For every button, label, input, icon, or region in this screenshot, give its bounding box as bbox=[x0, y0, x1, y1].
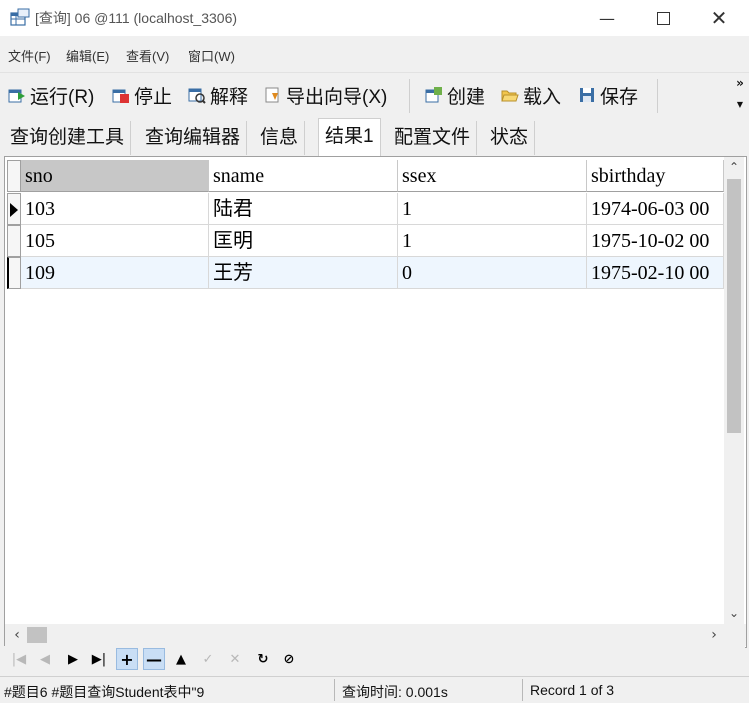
menu-window[interactable]: 窗口(W) bbox=[188, 46, 235, 65]
scroll-right-icon[interactable]: › bbox=[704, 624, 724, 646]
stop-icon bbox=[112, 89, 129, 103]
menu-view[interactable]: 查看(V) bbox=[126, 46, 169, 65]
menu-bar: 文件(F) 编辑(E) 查看(V) 窗口(W) bbox=[0, 38, 749, 70]
refresh-icon[interactable]: ↻ bbox=[252, 648, 274, 670]
edit-record-icon[interactable]: ▲ bbox=[170, 648, 192, 670]
stop-fetch-icon[interactable]: ⊘ bbox=[278, 648, 300, 670]
column-header-sbirthday[interactable]: sbirthday bbox=[587, 160, 724, 192]
minimize-button[interactable]: — bbox=[584, 0, 630, 36]
cell-sbirthday[interactable]: 1975-10-02 00 bbox=[587, 225, 724, 257]
explain-label: 解释 bbox=[210, 86, 249, 108]
row-indicator bbox=[7, 225, 21, 257]
load-button[interactable]: 载入 bbox=[501, 81, 561, 109]
horizontal-scroll-thumb[interactable] bbox=[27, 627, 47, 643]
cell-sbirthday[interactable]: 1974-06-03 00 bbox=[587, 193, 724, 225]
stop-label: 停止 bbox=[134, 86, 173, 108]
vertical-scroll-thumb[interactable] bbox=[727, 179, 741, 433]
window-title: [查询] 06 @111 (localhost_3306) bbox=[35, 10, 238, 26]
folder-open-icon bbox=[501, 90, 519, 102]
create-icon bbox=[425, 87, 442, 103]
close-button[interactable]: ✕ bbox=[696, 0, 742, 36]
load-label: 载入 bbox=[523, 86, 562, 108]
toolbar-overflow-button[interactable]: » ▼ bbox=[735, 77, 745, 111]
chevron-down-icon: ▼ bbox=[736, 100, 744, 109]
explain-icon bbox=[188, 88, 206, 104]
export-icon bbox=[265, 87, 279, 103]
explain-button[interactable]: 解释 bbox=[188, 81, 248, 109]
run-icon bbox=[8, 89, 25, 103]
table-icon bbox=[10, 8, 30, 26]
cancel-edit-icon[interactable]: ✕ bbox=[224, 648, 246, 670]
tab-query-editor[interactable]: 查询编辑器 bbox=[139, 121, 248, 155]
prior-record-icon[interactable]: ◀ bbox=[34, 648, 56, 670]
toolbar-separator bbox=[409, 79, 410, 113]
cell-sname[interactable]: 王芳 bbox=[209, 257, 398, 289]
scroll-left-icon[interactable]: ‹ bbox=[7, 624, 27, 646]
last-record-icon[interactable]: ▶| bbox=[88, 648, 110, 670]
cell-sname[interactable]: 匡明 bbox=[209, 225, 398, 257]
status-separator bbox=[522, 679, 523, 701]
status-record-count: Record 1 of 3 bbox=[530, 682, 615, 698]
insert-record-icon[interactable]: + bbox=[116, 648, 138, 670]
record-navigator: |◀ ◀ ▶ ▶| + — ▲ ✓ ✕ ↻ ⊘ bbox=[4, 646, 745, 672]
toolbar-separator bbox=[657, 79, 658, 113]
chevron-right-icon: » bbox=[736, 76, 744, 90]
horizontal-scrollbar[interactable]: ‹ › bbox=[5, 624, 746, 646]
cell-ssex[interactable]: 1 bbox=[398, 225, 587, 257]
cell-sname[interactable]: 陆君 bbox=[209, 193, 398, 225]
cell-sno[interactable]: 109 bbox=[21, 257, 209, 289]
minimize-icon: — bbox=[599, 8, 615, 28]
tab-status[interactable]: 状态 bbox=[484, 121, 536, 155]
cell-ssex[interactable]: 0 bbox=[398, 257, 587, 289]
run-label: 运行(R) bbox=[30, 86, 95, 108]
column-header-sno[interactable]: sno bbox=[21, 160, 209, 192]
export-label: 导出向导(X) bbox=[286, 86, 388, 108]
status-query-time: 查询时间: 0.001s bbox=[342, 684, 448, 700]
vertical-scrollbar[interactable]: ⌃ ⌄ bbox=[724, 157, 744, 624]
export-wizard-button[interactable]: 导出向导(X) bbox=[264, 81, 387, 109]
create-label: 创建 bbox=[447, 86, 486, 108]
column-header-ssex[interactable]: ssex bbox=[398, 160, 587, 192]
first-record-icon[interactable]: |◀ bbox=[8, 648, 30, 670]
current-row-indicator bbox=[7, 193, 21, 225]
tab-profile[interactable]: 配置文件 bbox=[388, 121, 478, 155]
maximize-button[interactable] bbox=[640, 0, 686, 36]
row-indicator-header bbox=[7, 160, 21, 192]
status-bar: #题目6 #题目查询Student表中"9 查询时间: 0.001s Recor… bbox=[0, 676, 749, 703]
cell-sno[interactable]: 103 bbox=[21, 193, 209, 225]
run-button[interactable]: 运行(R) bbox=[8, 81, 94, 109]
save-icon bbox=[580, 88, 594, 102]
delete-record-icon[interactable]: — bbox=[143, 648, 165, 670]
scroll-down-icon[interactable]: ⌄ bbox=[724, 603, 744, 623]
cell-sbirthday[interactable]: 1975-02-10 00 bbox=[587, 257, 724, 289]
stop-button[interactable]: 停止 bbox=[112, 81, 172, 109]
close-icon: ✕ bbox=[710, 6, 728, 30]
column-header-sname[interactable]: sname bbox=[209, 160, 398, 192]
result-grid: sno sname ssex sbirthday 103 陆君 1 1974-0… bbox=[4, 156, 747, 648]
cell-ssex[interactable]: 1 bbox=[398, 193, 587, 225]
scroll-up-icon[interactable]: ⌃ bbox=[724, 157, 744, 177]
menu-file[interactable]: 文件(F) bbox=[8, 46, 51, 65]
row-indicator bbox=[7, 257, 21, 289]
next-record-icon[interactable]: ▶ bbox=[62, 648, 84, 670]
tab-info[interactable]: 信息 bbox=[254, 121, 306, 155]
save-button[interactable]: 保存 bbox=[578, 81, 638, 109]
title-bar: [查询] 06 @111 (localhost_3306) — ✕ bbox=[0, 0, 749, 36]
menu-edit[interactable]: 编辑(E) bbox=[66, 46, 109, 65]
current-row-arrow-icon bbox=[10, 203, 18, 217]
cell-sno[interactable]: 105 bbox=[21, 225, 209, 257]
query-window: [查询] 06 @111 (localhost_3306) — ✕ 文件(F) … bbox=[0, 0, 749, 703]
status-sql-text: #题目6 #题目查询Student表中"9 bbox=[4, 684, 205, 700]
save-label: 保存 bbox=[600, 86, 639, 108]
create-button[interactable]: 创建 bbox=[425, 81, 485, 109]
tab-result-1[interactable]: 结果1 bbox=[318, 118, 381, 157]
toolbar: 运行(R) 停止 解释 导出向导(X) 创建 载入 保存 » ▼ bbox=[0, 72, 749, 117]
tab-bar: 查询创建工具 查询编辑器 信息 结果1 配置文件 状态 bbox=[0, 118, 749, 157]
maximize-icon bbox=[656, 11, 670, 25]
status-separator bbox=[334, 679, 335, 701]
tab-query-builder[interactable]: 查询创建工具 bbox=[4, 121, 132, 155]
post-edit-icon[interactable]: ✓ bbox=[197, 648, 219, 670]
